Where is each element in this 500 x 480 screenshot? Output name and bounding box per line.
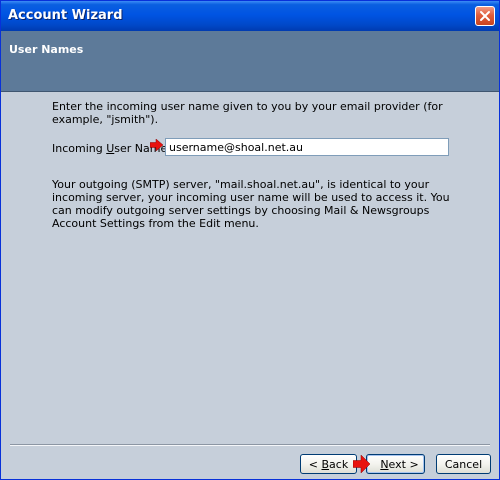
- outgoing-server-note: Your outgoing (SMTP) server, "mail.shoal…: [52, 178, 450, 230]
- account-wizard-window: Account Wizard User Names Enter the inco…: [0, 0, 500, 480]
- red-arrow-icon: [353, 455, 371, 473]
- back-suffix: ack: [329, 457, 349, 471]
- title-bar[interactable]: Account Wizard: [1, 1, 499, 31]
- back-accelerator: B: [321, 457, 330, 471]
- page-content: Enter the incoming user name given to yo…: [1, 92, 499, 446]
- footer-divider: [10, 444, 490, 446]
- close-icon: [480, 11, 490, 21]
- back-button[interactable]: < Back: [300, 454, 357, 474]
- page-header: User Names: [1, 31, 499, 92]
- next-suffix: ext >: [388, 457, 419, 471]
- red-arrow-icon: [150, 139, 164, 151]
- close-button[interactable]: [475, 6, 495, 26]
- back-prefix: <: [308, 457, 322, 471]
- next-accelerator: N: [380, 457, 389, 471]
- next-label: Next >: [380, 458, 418, 471]
- label-prefix: Incoming: [52, 142, 107, 155]
- window-title: Account Wizard: [8, 8, 123, 23]
- next-button[interactable]: Next >: [366, 454, 425, 474]
- instructions-text: Enter the incoming user name given to yo…: [52, 100, 443, 126]
- page-title: User Names: [9, 43, 84, 56]
- cancel-button[interactable]: Cancel: [436, 454, 491, 474]
- incoming-user-name-input[interactable]: [165, 138, 449, 156]
